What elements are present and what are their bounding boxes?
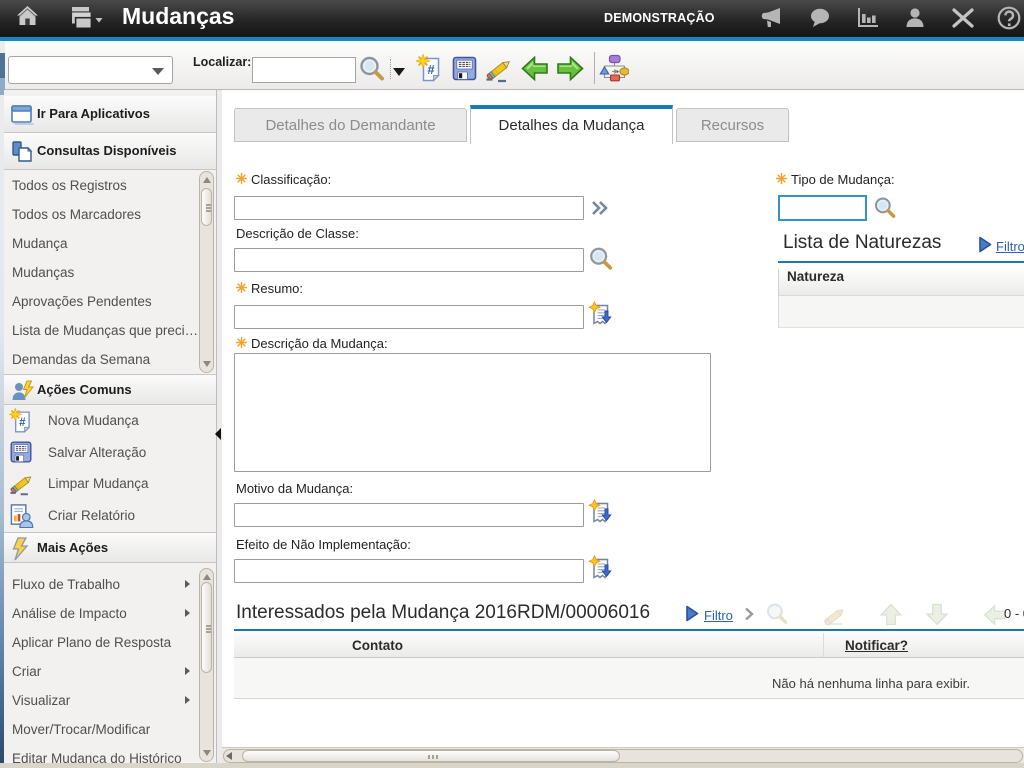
svg-text:#: # bbox=[427, 62, 435, 77]
svg-text:#: # bbox=[19, 416, 26, 429]
